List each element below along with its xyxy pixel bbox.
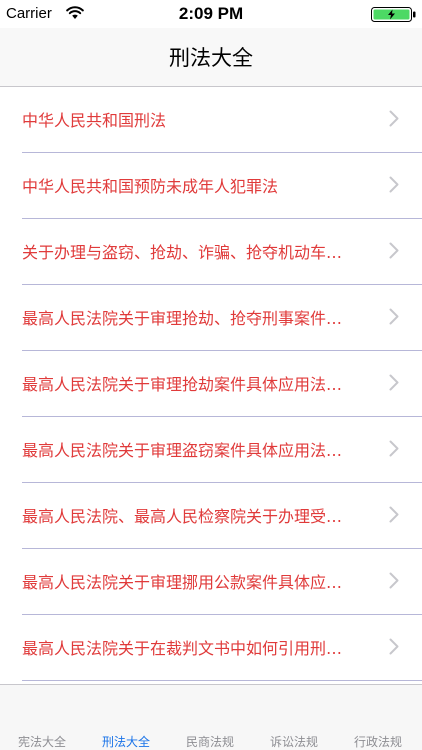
- tab-label: 刑法大全: [101, 735, 150, 749]
- list-item[interactable]: 最高人民法院、最高人民检察院关于办理受…: [22, 483, 422, 549]
- tab-label: 行政法规: [353, 735, 402, 749]
- navigation-bar: 刑法大全: [0, 28, 422, 87]
- chevron-right-icon: [389, 110, 399, 127]
- list-item[interactable]: 关于办理与盗窃、抢劫、诈骗、抢夺机动车…: [22, 219, 422, 285]
- list-item-label: 最高人民法院关于审理挪用公款案件具体应…: [22, 573, 343, 592]
- list-item-label: 最高人民法院关于审理抢劫案件具体应用法…: [22, 375, 343, 394]
- list-item-label: 最高人民法院关于在裁判文书中如何引用刑…: [22, 639, 343, 658]
- tab-civil-commercial[interactable]: 民商法规: [168, 685, 252, 750]
- chevron-right-icon: [389, 242, 399, 259]
- status-bar: Carrier 2:09 PM: [0, 0, 422, 28]
- chevron-right-icon: [389, 308, 399, 325]
- chevron-right-icon: [389, 440, 399, 457]
- list-item-label: 最高人民法院、最高人民检察院关于办理受…: [22, 507, 343, 526]
- page-title: 刑法大全: [169, 46, 253, 70]
- list-item-label: 中华人民共和国预防未成年人犯罪法: [22, 177, 279, 196]
- list-item[interactable]: 最高人民法院关于审理挪用公款案件具体应…: [22, 549, 422, 615]
- list-item-label: 最高人民法院关于审理抢劫、抢夺刑事案件…: [22, 309, 343, 328]
- tab-criminal-law[interactable]: 刑法大全: [84, 685, 168, 750]
- battery-icon: [371, 7, 416, 22]
- tab-label: 宪法大全: [17, 735, 66, 749]
- tab-label: 诉讼法规: [269, 735, 318, 749]
- tab-administrative[interactable]: 行政法规: [336, 685, 420, 750]
- chevron-right-icon: [389, 572, 399, 589]
- status-time: 2:09 PM: [178, 4, 244, 23]
- law-list: 中华人民共和国刑法 中华人民共和国预防未成年人犯罪法 关于办理与盗窃、抢劫、诈骗…: [0, 87, 422, 681]
- list-item[interactable]: 最高人民法院关于审理抢劫、抢夺刑事案件…: [22, 285, 422, 351]
- chevron-right-icon: [389, 506, 399, 523]
- list-item[interactable]: 最高人民法院关于审理抢劫案件具体应用法…: [22, 351, 422, 417]
- chevron-right-icon: [389, 638, 399, 655]
- list-item[interactable]: 最高人民法院关于在裁判文书中如何引用刑…: [22, 615, 422, 681]
- tab-bar: 宪法大全 刑法大全 民商法规 诉讼法规 行政法规: [0, 684, 422, 750]
- list-item[interactable]: 中华人民共和国预防未成年人犯罪法: [22, 153, 422, 219]
- list-item[interactable]: 中华人民共和国刑法: [22, 87, 422, 153]
- list-item-label: 中华人民共和国刑法: [22, 111, 167, 130]
- tab-litigation[interactable]: 诉讼法规: [252, 685, 336, 750]
- list-item-label: 关于办理与盗窃、抢劫、诈骗、抢夺机动车…: [22, 243, 343, 262]
- list-item[interactable]: 最高人民法院关于审理盗窃案件具体应用法…: [22, 417, 422, 483]
- tab-constitution[interactable]: 宪法大全: [0, 685, 84, 750]
- chevron-right-icon: [389, 176, 399, 193]
- list-item-label: 最高人民法院关于审理盗窃案件具体应用法…: [22, 441, 343, 460]
- phone-screen: Carrier 2:09 PM 刑法大全 中华人民共和国刑法 中华人民共和国预防…: [0, 0, 422, 750]
- tab-label: 民商法规: [185, 735, 234, 749]
- chevron-right-icon: [389, 374, 399, 391]
